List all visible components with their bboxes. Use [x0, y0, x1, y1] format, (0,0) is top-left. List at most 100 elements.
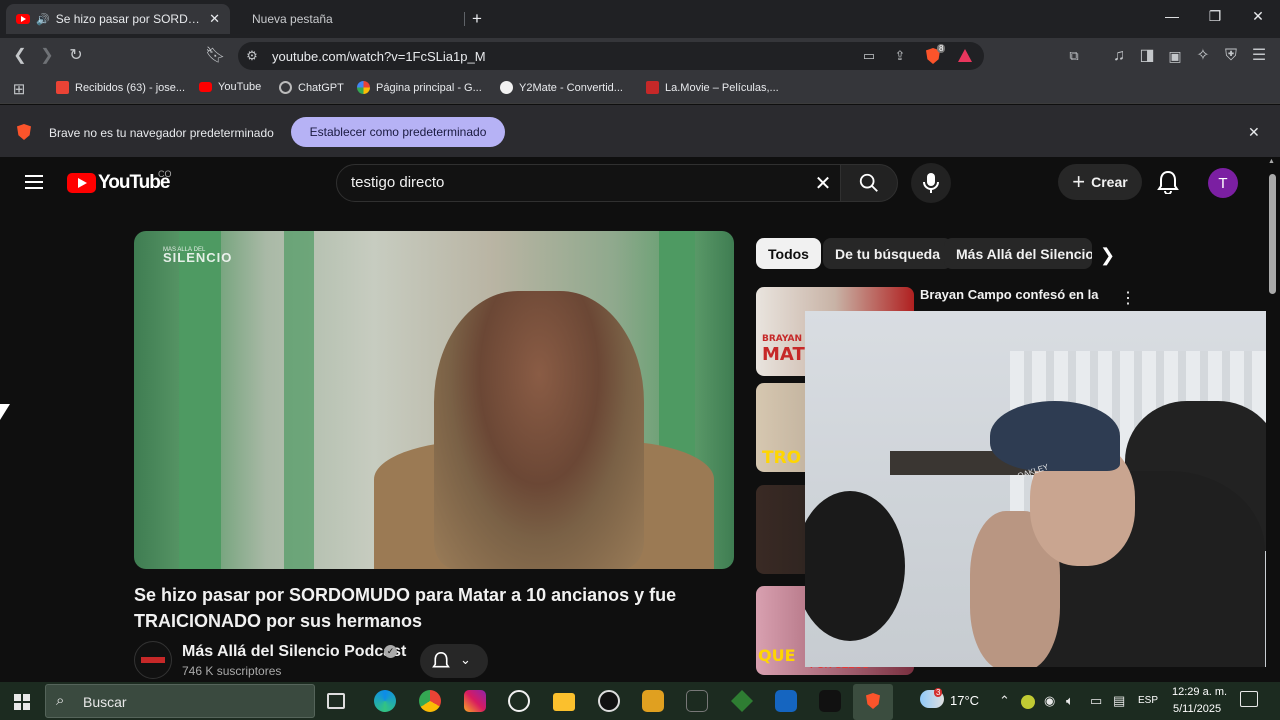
speaker-icon[interactable]: 🔊	[36, 13, 50, 26]
thumbnail-text: QUE	[758, 646, 796, 665]
notifications-bell-icon[interactable]	[1157, 170, 1179, 194]
webcam-person-cap	[990, 401, 1120, 471]
create-button[interactable]: + Crear	[1058, 164, 1142, 200]
voice-search-button[interactable]	[911, 163, 951, 203]
bookmark-item[interactable]: La.Movie – Películas,...	[646, 81, 779, 94]
close-tab-icon[interactable]: ✕	[209, 11, 220, 27]
tab-title: Se hizo pasar por SORDOMUDO para Matar a…	[55, 12, 203, 26]
account-avatar[interactable]: T	[1208, 168, 1238, 198]
search-button[interactable]	[840, 164, 898, 202]
recommendation-title[interactable]: Brayan Campo confesó en la	[920, 287, 1100, 302]
input-language[interactable]: ESP	[1138, 695, 1158, 706]
taskbar-search-input[interactable]: Buscar	[83, 694, 127, 710]
guide-menu-icon[interactable]	[25, 175, 43, 189]
volume-icon[interactable]: 🔈︎	[1066, 693, 1074, 709]
channel-name[interactable]: Más Allá del Silencio Podcast	[182, 643, 406, 661]
reader-icon[interactable]: ⧉	[1064, 46, 1084, 66]
instagram-icon[interactable]	[464, 690, 486, 712]
verified-badge-icon: ✓	[384, 645, 397, 658]
webcam-fan	[805, 491, 905, 641]
tray-app-icon[interactable]: ◉	[1044, 693, 1055, 709]
close-window-icon[interactable]: ✕	[1248, 8, 1268, 25]
thumbnail-text: BRAYAN	[762, 334, 803, 344]
apps-grid-icon[interactable]: ⊞	[9, 80, 29, 100]
edge-icon[interactable]	[374, 690, 396, 712]
tab-title: Nueva pestaña	[252, 12, 333, 26]
reload-icon[interactable]: ↻	[66, 46, 86, 66]
app-icon[interactable]	[686, 690, 708, 712]
notification-center-icon[interactable]	[1240, 691, 1258, 707]
windows-start-icon[interactable]	[14, 694, 30, 710]
restore-icon[interactable]: ❐	[1205, 8, 1225, 25]
clear-search-icon[interactable]: ✕	[812, 171, 834, 196]
video-subject	[434, 291, 644, 569]
more-actions-icon[interactable]: ⋮	[1120, 288, 1136, 308]
tray-chevron-up-icon[interactable]: ⌃	[999, 693, 1010, 709]
media-icon[interactable]: ♫	[1109, 46, 1129, 66]
task-view-icon[interactable]	[327, 693, 345, 709]
obs-icon[interactable]	[598, 690, 620, 712]
video-watermark: SILENCIO	[163, 250, 233, 265]
chip-channel[interactable]: Más Allá del Silencio Podcast	[944, 238, 1092, 269]
clock-date[interactable]: 5/11/2025	[1173, 703, 1221, 715]
tab-youtube-video[interactable]: 🔊 Se hizo pasar por SORDOMUDO para Matar…	[6, 4, 230, 34]
plus-icon: +	[1072, 169, 1086, 194]
youtube-logo-icon[interactable]	[67, 173, 96, 193]
chip-next-icon[interactable]: ❯	[1100, 245, 1115, 266]
cast-icon[interactable]: ▭	[859, 46, 879, 66]
channel-avatar[interactable]	[134, 641, 172, 679]
vpn-icon[interactable]: ⛨	[1221, 46, 1241, 66]
video-player[interactable]	[134, 231, 734, 569]
thumbnail-text: TRO	[762, 448, 802, 468]
share-icon[interactable]: ⇪	[890, 46, 910, 66]
chip-all[interactable]: Todos	[756, 238, 821, 269]
app-icon[interactable]	[775, 690, 797, 712]
mouse-cursor-icon	[0, 404, 10, 420]
y2mate-icon	[500, 81, 513, 94]
infobar-close-icon[interactable]: ✕	[1248, 124, 1260, 141]
network-icon[interactable]: ▤	[1113, 693, 1125, 709]
site-settings-icon[interactable]: ⚙︎	[242, 46, 262, 66]
brave-rewards-icon[interactable]	[958, 49, 972, 62]
video-title: Se hizo pasar por SORDOMUDO para Matar a…	[134, 585, 677, 631]
wallet-icon[interactable]: ▣	[1165, 46, 1185, 66]
chip-from-search[interactable]: De tu búsqueda	[823, 238, 953, 269]
minimize-icon[interactable]: —	[1162, 8, 1182, 24]
tiktok-icon[interactable]	[819, 690, 841, 712]
app-icon[interactable]	[642, 690, 664, 712]
country-code: CO	[158, 169, 172, 179]
file-explorer-icon[interactable]	[553, 693, 575, 711]
url-text[interactable]: youtube.com/watch?v=1FcSLia1p_M	[272, 49, 486, 64]
back-icon[interactable]: ❮	[10, 46, 30, 66]
subscription-bell-button[interactable]: ⌄	[420, 644, 488, 678]
clock-time[interactable]: 12:29 a. m.	[1172, 686, 1227, 698]
bookmark-item[interactable]: Página principal - G...	[357, 81, 482, 94]
scroll-up-icon[interactable]: ▲	[1268, 158, 1275, 165]
infobar-message: Brave no es tu navegador predeterminado	[49, 126, 274, 140]
chrome-icon[interactable]	[419, 690, 441, 712]
temperature[interactable]: 17°C	[950, 693, 979, 708]
bell-icon	[432, 651, 450, 668]
lamovie-icon	[646, 81, 659, 94]
sidebar-icon[interactable]: ◨	[1137, 46, 1157, 66]
bookmark-item[interactable]: Recibidos (63) - jose...	[56, 81, 185, 94]
bookmark-item[interactable]: Y2Mate - Convertid...	[500, 81, 623, 94]
tab-new-tab[interactable]: Nueva pestaña	[236, 4, 464, 34]
webcam-overlay: OAKLEY	[805, 311, 1280, 667]
chatgpt-icon	[279, 81, 292, 94]
set-default-button[interactable]: Establecer como predeterminado	[291, 117, 505, 147]
tray-app-icon[interactable]	[1021, 695, 1035, 709]
menu-icon[interactable]: ☰	[1249, 46, 1269, 66]
background-pillar	[179, 231, 221, 569]
whatsapp-icon[interactable]	[508, 690, 530, 712]
scrollbar-thumb[interactable]	[1269, 174, 1276, 294]
search-input[interactable]: testigo directo	[351, 174, 444, 191]
new-tab-button[interactable]: +	[472, 9, 482, 29]
bookmark-icon[interactable]: 🔖︎	[205, 46, 225, 66]
forward-icon[interactable]: ❯	[37, 46, 57, 66]
leo-ai-icon[interactable]: ✧	[1193, 46, 1213, 66]
battery-icon[interactable]: ▭	[1090, 693, 1102, 709]
microphone-icon	[923, 173, 939, 193]
bookmark-item[interactable]: YouTube	[199, 81, 261, 93]
bookmark-item[interactable]: ChatGPT	[279, 81, 344, 94]
